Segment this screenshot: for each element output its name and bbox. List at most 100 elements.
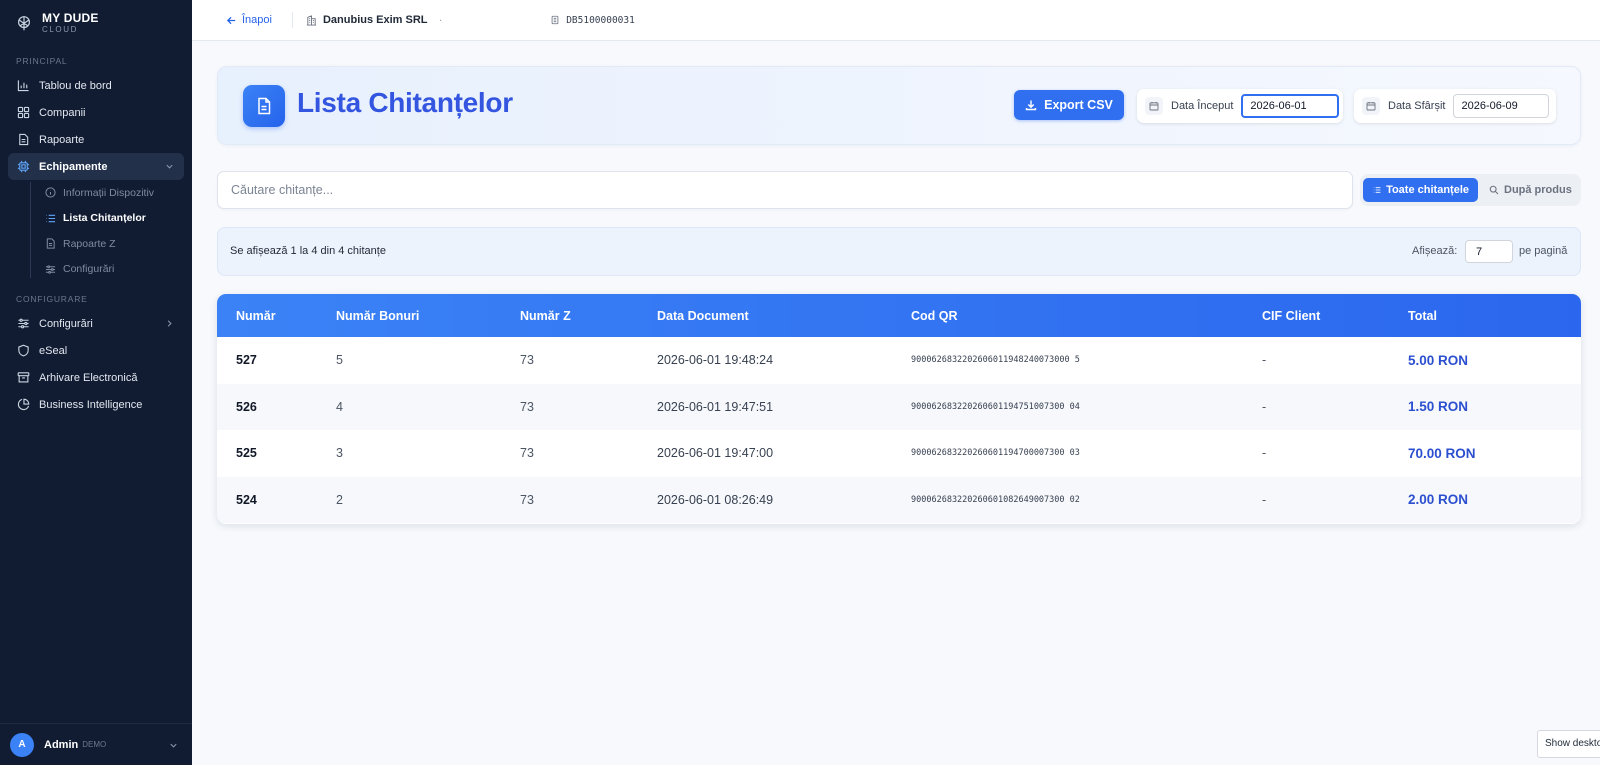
sidebar-item-label: Arhivare Electronică xyxy=(39,371,138,384)
cell-numar-z: 73 xyxy=(520,446,534,461)
archive-icon xyxy=(17,372,30,383)
export-csv-button[interactable]: Export CSV xyxy=(1014,90,1124,120)
search-icon xyxy=(1489,185,1499,195)
sidebar-item-label: Echipamente xyxy=(39,160,108,173)
column-header-numar-bonuri[interactable]: Număr Bonuri xyxy=(336,294,520,337)
sidebar-subitem-label: Lista Chitanțelor xyxy=(63,212,146,225)
cell-numar-bonuri: 4 xyxy=(336,399,343,414)
sidebar-item-configurari[interactable]: Configurări xyxy=(8,310,184,337)
arrow-left-icon xyxy=(226,16,236,24)
sidebar-item-business-intelligence[interactable]: Business Intelligence xyxy=(8,391,184,418)
company-selector[interactable]: Danubius Exim SRL · xyxy=(306,14,442,26)
topbar: Înapoi Danubius Exim SRL · DB5100000031 xyxy=(192,0,1600,41)
brand-subtitle: CLOUD xyxy=(42,25,79,34)
sidebar-item-arhivare-electronica[interactable]: Arhivare Electronică xyxy=(8,364,184,391)
pie-chart-icon xyxy=(17,398,30,411)
sidebar-item-label: eSeal xyxy=(39,344,68,357)
cell-cod-qr: 900062683220260601194751007300 04 xyxy=(911,401,1080,412)
cell-cif-client: - xyxy=(1262,353,1267,368)
sidebar-item-label: Companii xyxy=(39,106,86,119)
column-header-cod-qr[interactable]: Cod QR xyxy=(911,294,1262,337)
document-icon xyxy=(46,238,55,249)
sidebar-subitem-configurari[interactable]: Configurări xyxy=(30,257,192,283)
sidebar-item-label: Rapoarte xyxy=(39,133,85,146)
cell-numar-z: 73 xyxy=(520,399,534,414)
toggle-all-receipts[interactable]: Toate chitanțele xyxy=(1363,178,1478,202)
user-name: Admin xyxy=(44,738,79,751)
table-row[interactable]: 524 2 73 2026-06-01 08:26:49 90006268322… xyxy=(217,476,1581,523)
sidebar-item-label: Business Intelligence xyxy=(39,398,143,411)
list-icon xyxy=(46,214,56,223)
chevron-down-icon xyxy=(166,164,173,169)
sidebar-item-echipamente[interactable]: Echipamente xyxy=(8,153,184,180)
search-input[interactable] xyxy=(217,171,1353,209)
sidebar-item-rapoarte[interactable]: Rapoarte xyxy=(8,126,184,153)
cell-cif-client: - xyxy=(1262,492,1267,507)
receipts-table: Număr Număr Bonuri Număr Z Data Document… xyxy=(217,294,1581,524)
sidebar-subitem-lista-chitantelor[interactable]: Lista Chitanțelor xyxy=(30,206,192,232)
chevron-down-icon xyxy=(170,743,177,748)
sidebar-subitem-label: Rapoarte Z xyxy=(63,237,116,250)
document-icon xyxy=(258,97,271,115)
date-end-label: Data Sfârșit xyxy=(1388,100,1446,112)
sidebar-subitem-rapoarte-z[interactable]: Rapoarte Z xyxy=(30,231,192,257)
date-end-input[interactable] xyxy=(1453,94,1550,118)
section-label-configurare: CONFIGURARE xyxy=(16,294,88,304)
cell-total: 70.00 RON xyxy=(1408,445,1476,461)
info-icon xyxy=(45,187,56,198)
cell-numar: 526 xyxy=(236,399,257,414)
table-row[interactable]: 525 3 73 2026-06-01 19:47:00 90006268322… xyxy=(217,430,1581,477)
per-page-suffix: pe pagină xyxy=(1519,245,1568,257)
list-icon xyxy=(1373,187,1381,193)
column-header-total[interactable]: Total xyxy=(1408,294,1581,337)
grid-icon xyxy=(17,106,30,119)
device-id-label: DB5100000031 xyxy=(566,14,635,26)
sidebar-item-companii[interactable]: Companii xyxy=(8,99,184,126)
company-caret: · xyxy=(439,15,443,25)
toggle-all-label: Toate chitanțele xyxy=(1386,184,1469,196)
shield-icon xyxy=(18,344,29,357)
user-role-badge: DEMO xyxy=(82,740,107,749)
cell-cod-qr: 900062683220260601082649007300 02 xyxy=(911,494,1080,505)
toggle-product-label: După produs xyxy=(1504,184,1572,196)
sidebar-subitem-label: Informații Dispozitiv xyxy=(63,186,155,199)
page-title: Lista Chitanțelor xyxy=(297,87,513,118)
view-toggle: Toate chitanțele După produs xyxy=(1360,174,1581,206)
table-row[interactable]: 526 4 73 2026-06-01 19:47:51 90006268322… xyxy=(217,383,1581,430)
sidebar-item-label: Tablou de bord xyxy=(39,79,112,92)
sidebar-item-eseal[interactable]: eSeal xyxy=(8,337,184,364)
sidebar-item-tablou-de-bord[interactable]: Tablou de bord xyxy=(8,72,184,99)
sliders-icon xyxy=(18,318,29,329)
cell-cod-qr: 9000626832202606011948240073000 5 xyxy=(911,355,1080,366)
sidebar-subitem-label: Configurări xyxy=(63,263,115,276)
back-button[interactable]: Înapoi xyxy=(226,14,272,26)
cell-total: 5.00 RON xyxy=(1408,352,1469,368)
pagination-info-bar: Se afișează 1 la 4 din 4 chitanțe Afișea… xyxy=(217,227,1581,276)
date-start-input[interactable] xyxy=(1241,94,1340,118)
toggle-by-product[interactable]: După produs xyxy=(1480,178,1581,202)
divider xyxy=(291,12,293,28)
cell-numar-z: 73 xyxy=(520,353,534,368)
show-desktop-button[interactable]: Show desktop xyxy=(1537,730,1600,758)
calendar-icon xyxy=(1145,97,1163,115)
cell-numar-bonuri: 3 xyxy=(336,446,343,461)
column-header-numar[interactable]: Număr xyxy=(217,294,336,337)
user-menu[interactable]: A Admin DEMO xyxy=(0,723,192,765)
column-header-cif-client[interactable]: CIF Client xyxy=(1262,294,1408,337)
column-header-data-document[interactable]: Data Document xyxy=(657,294,911,337)
cell-cod-qr: 900062683220260601194700007300 03 xyxy=(911,448,1080,459)
column-header-numar-z[interactable]: Număr Z xyxy=(520,294,657,337)
document-icon xyxy=(19,133,29,146)
chip-icon xyxy=(17,160,30,173)
cell-numar: 524 xyxy=(236,492,257,507)
per-page-label: Afișează: xyxy=(1412,245,1458,257)
back-label: Înapoi xyxy=(242,14,272,26)
sidebar-subitem-informatii-dispozitiv[interactable]: Informații Dispozitiv xyxy=(30,180,192,206)
brand[interactable]: MY DUDE CLOUD xyxy=(0,0,192,46)
export-csv-label: Export CSV xyxy=(1044,98,1113,112)
cell-numar: 525 xyxy=(236,446,257,461)
table-header-row: Număr Număr Bonuri Număr Z Data Document… xyxy=(217,294,1581,337)
cell-total: 2.00 RON xyxy=(1408,492,1469,508)
table-row[interactable]: 527 5 73 2026-06-01 19:48:24 90006268322… xyxy=(217,337,1581,384)
per-page-input[interactable] xyxy=(1465,240,1513,263)
